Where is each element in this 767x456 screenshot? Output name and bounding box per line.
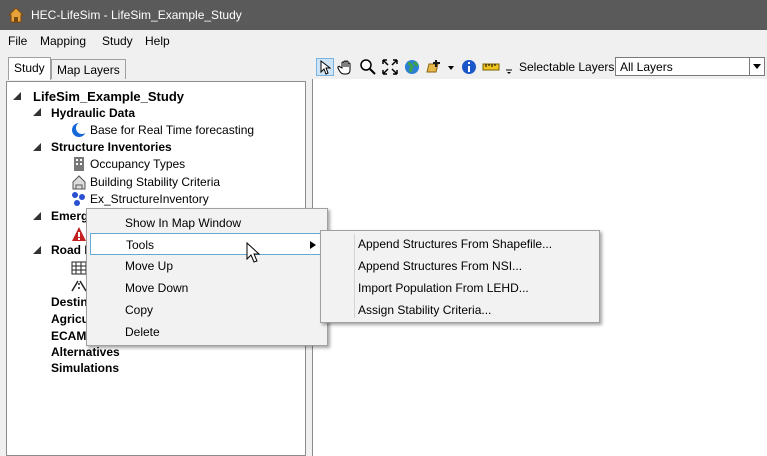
menu-copy[interactable]: Copy: [87, 299, 325, 321]
tree-hydraulic-data[interactable]: Hydraulic Data: [51, 106, 135, 120]
mouse-cursor-icon: [246, 242, 261, 263]
selectable-layers-value: All Layers: [620, 60, 673, 74]
tree-hydraulic-child[interactable]: Base for Real Time forecasting: [90, 123, 254, 137]
warning-icon: [72, 227, 86, 241]
menu-show-in-map-window[interactable]: Show In Map Window: [87, 212, 325, 234]
collapse-icon[interactable]: [33, 212, 41, 220]
structure-inventory-icon: [72, 192, 85, 206]
collapse-icon[interactable]: [33, 143, 41, 151]
tree-emergency[interactable]: Emerg: [51, 209, 88, 223]
window-title: HEC-LifeSim - LifeSim_Example_Study: [31, 8, 242, 22]
tools-submenu: Append Structures From Shapefile... Appe…: [320, 230, 600, 323]
selectable-layers-label: Selectable Layers:: [519, 60, 618, 74]
collapse-icon[interactable]: [13, 92, 21, 100]
tab-map-layers[interactable]: Map Layers: [51, 59, 126, 79]
menu-append-nsi[interactable]: Append Structures From NSI...: [321, 255, 597, 277]
grid-table-icon: [71, 261, 87, 275]
globe-icon[interactable]: [403, 58, 421, 76]
info-icon[interactable]: [460, 58, 478, 76]
tree-destinations[interactable]: Destin: [51, 295, 88, 309]
menu-move-down[interactable]: Move Down: [87, 277, 325, 299]
pan-hand-icon[interactable]: [337, 58, 355, 76]
tree-occupancy-types[interactable]: Occupancy Types: [90, 157, 185, 171]
collapse-icon[interactable]: [33, 246, 41, 254]
overflow-icon[interactable]: [504, 58, 514, 76]
menu-delete[interactable]: Delete: [87, 321, 325, 343]
app-icon: [8, 7, 24, 23]
menu-move-up[interactable]: Move Up: [87, 255, 325, 277]
collapse-icon[interactable]: [33, 108, 41, 116]
hydraulic-moon-icon: [72, 122, 87, 137]
submenu-arrow-icon: [310, 241, 316, 249]
full-extent-icon[interactable]: [381, 58, 399, 76]
tree-agriculture[interactable]: Agricu: [51, 312, 89, 326]
tree-simulations[interactable]: Simulations: [51, 361, 119, 375]
dropdown-arrow-icon[interactable]: [446, 58, 456, 76]
title-bar: HEC-LifeSim - LifeSim_Example_Study: [0, 0, 767, 30]
menu-help[interactable]: Help: [145, 34, 170, 48]
tree-building-stability[interactable]: Building Stability Criteria: [90, 175, 220, 189]
occupancy-icon: [74, 157, 84, 171]
menu-import-lehd[interactable]: Import Population From LEHD...: [321, 277, 597, 299]
menu-bar: File Mapping Study Help: [0, 30, 767, 52]
menu-mapping[interactable]: Mapping: [40, 34, 86, 48]
menu-study[interactable]: Study: [102, 34, 133, 48]
menu-append-shapefile[interactable]: Append Structures From Shapefile...: [321, 233, 597, 255]
tree-alternatives[interactable]: Alternatives: [51, 345, 120, 359]
menu-file[interactable]: File: [8, 34, 27, 48]
tree-structure-inventories[interactable]: Structure Inventories: [51, 140, 172, 154]
tree-structure-inventory-item[interactable]: Ex_StructureInventory: [90, 192, 209, 206]
menu-assign-stability[interactable]: Assign Stability Criteria...: [321, 299, 597, 321]
chevron-down-icon[interactable]: [749, 58, 764, 75]
selectable-layers-dropdown[interactable]: All Layers: [615, 57, 765, 76]
panel-tabs: Study Map Layers: [0, 57, 310, 80]
menu-tools[interactable]: Tools: [90, 233, 322, 255]
road-icon: [71, 280, 87, 292]
select-arrow-icon[interactable]: [316, 58, 334, 76]
menu-tools-label: Tools: [126, 238, 155, 252]
zoom-icon[interactable]: [359, 58, 377, 76]
measure-ruler-icon[interactable]: [482, 58, 500, 76]
tree-ecam[interactable]: ECAM: [51, 329, 86, 343]
building-stability-icon: [72, 175, 86, 190]
tree-root[interactable]: LifeSim_Example_Study: [33, 89, 184, 104]
add-layer-icon[interactable]: [425, 58, 443, 76]
tab-study[interactable]: Study: [8, 57, 51, 80]
context-menu: Show In Map Window Tools Move Up Move Do…: [86, 208, 328, 346]
